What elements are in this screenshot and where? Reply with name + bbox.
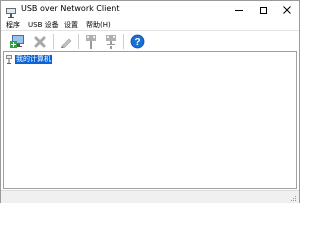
menu-program[interactable]: 程序 [6,20,20,30]
svg-text:?: ? [134,37,140,48]
close-icon [283,6,291,14]
connect-usb-button[interactable] [82,33,100,50]
window-title: USB over Network Client [21,4,120,13]
disconnect-usb-button[interactable] [102,33,120,50]
usb-plug-icon [5,4,17,18]
add-server-button[interactable] [8,33,26,50]
menu-settings[interactable]: 设置 [64,20,78,30]
maximize-button[interactable] [251,1,275,19]
menu-usb-devices[interactable]: USB 设备 [28,20,59,30]
toolbar: ? [1,30,299,52]
app-window: USB over Network Client 程序 USB 设备 设置 帮助(… [0,0,300,203]
menu-bar: 程序 USB 设备 设置 帮助(H) [1,19,299,30]
maximize-icon [259,6,267,14]
disconnect-usb-icon [106,34,116,49]
help-icon: ? [130,34,144,49]
help-button[interactable]: ? [128,33,146,50]
toolbar-separator [53,34,54,49]
toolbar-separator [123,34,124,49]
remove-icon [34,36,46,47]
resize-grip-icon[interactable] [289,194,297,202]
connect-usb-icon [86,34,96,49]
tree-item-label: 我的计算机 [15,54,52,64]
toolbar-separator [78,34,79,49]
minimize-icon [235,9,243,11]
minimize-button[interactable] [227,1,251,19]
edit-button[interactable] [57,33,75,50]
menu-help[interactable]: 帮助(H) [86,20,111,30]
tree-item-my-computer[interactable]: 我的计算机 [5,54,52,64]
status-bar [1,190,299,203]
remove-button[interactable] [31,33,49,50]
title-bar[interactable]: USB over Network Client [1,1,299,19]
close-button[interactable] [275,1,299,19]
edit-icon [61,38,72,48]
computer-usb-icon [6,54,12,64]
add-server-icon [10,34,24,48]
device-tree[interactable]: 我的计算机 [3,51,297,189]
